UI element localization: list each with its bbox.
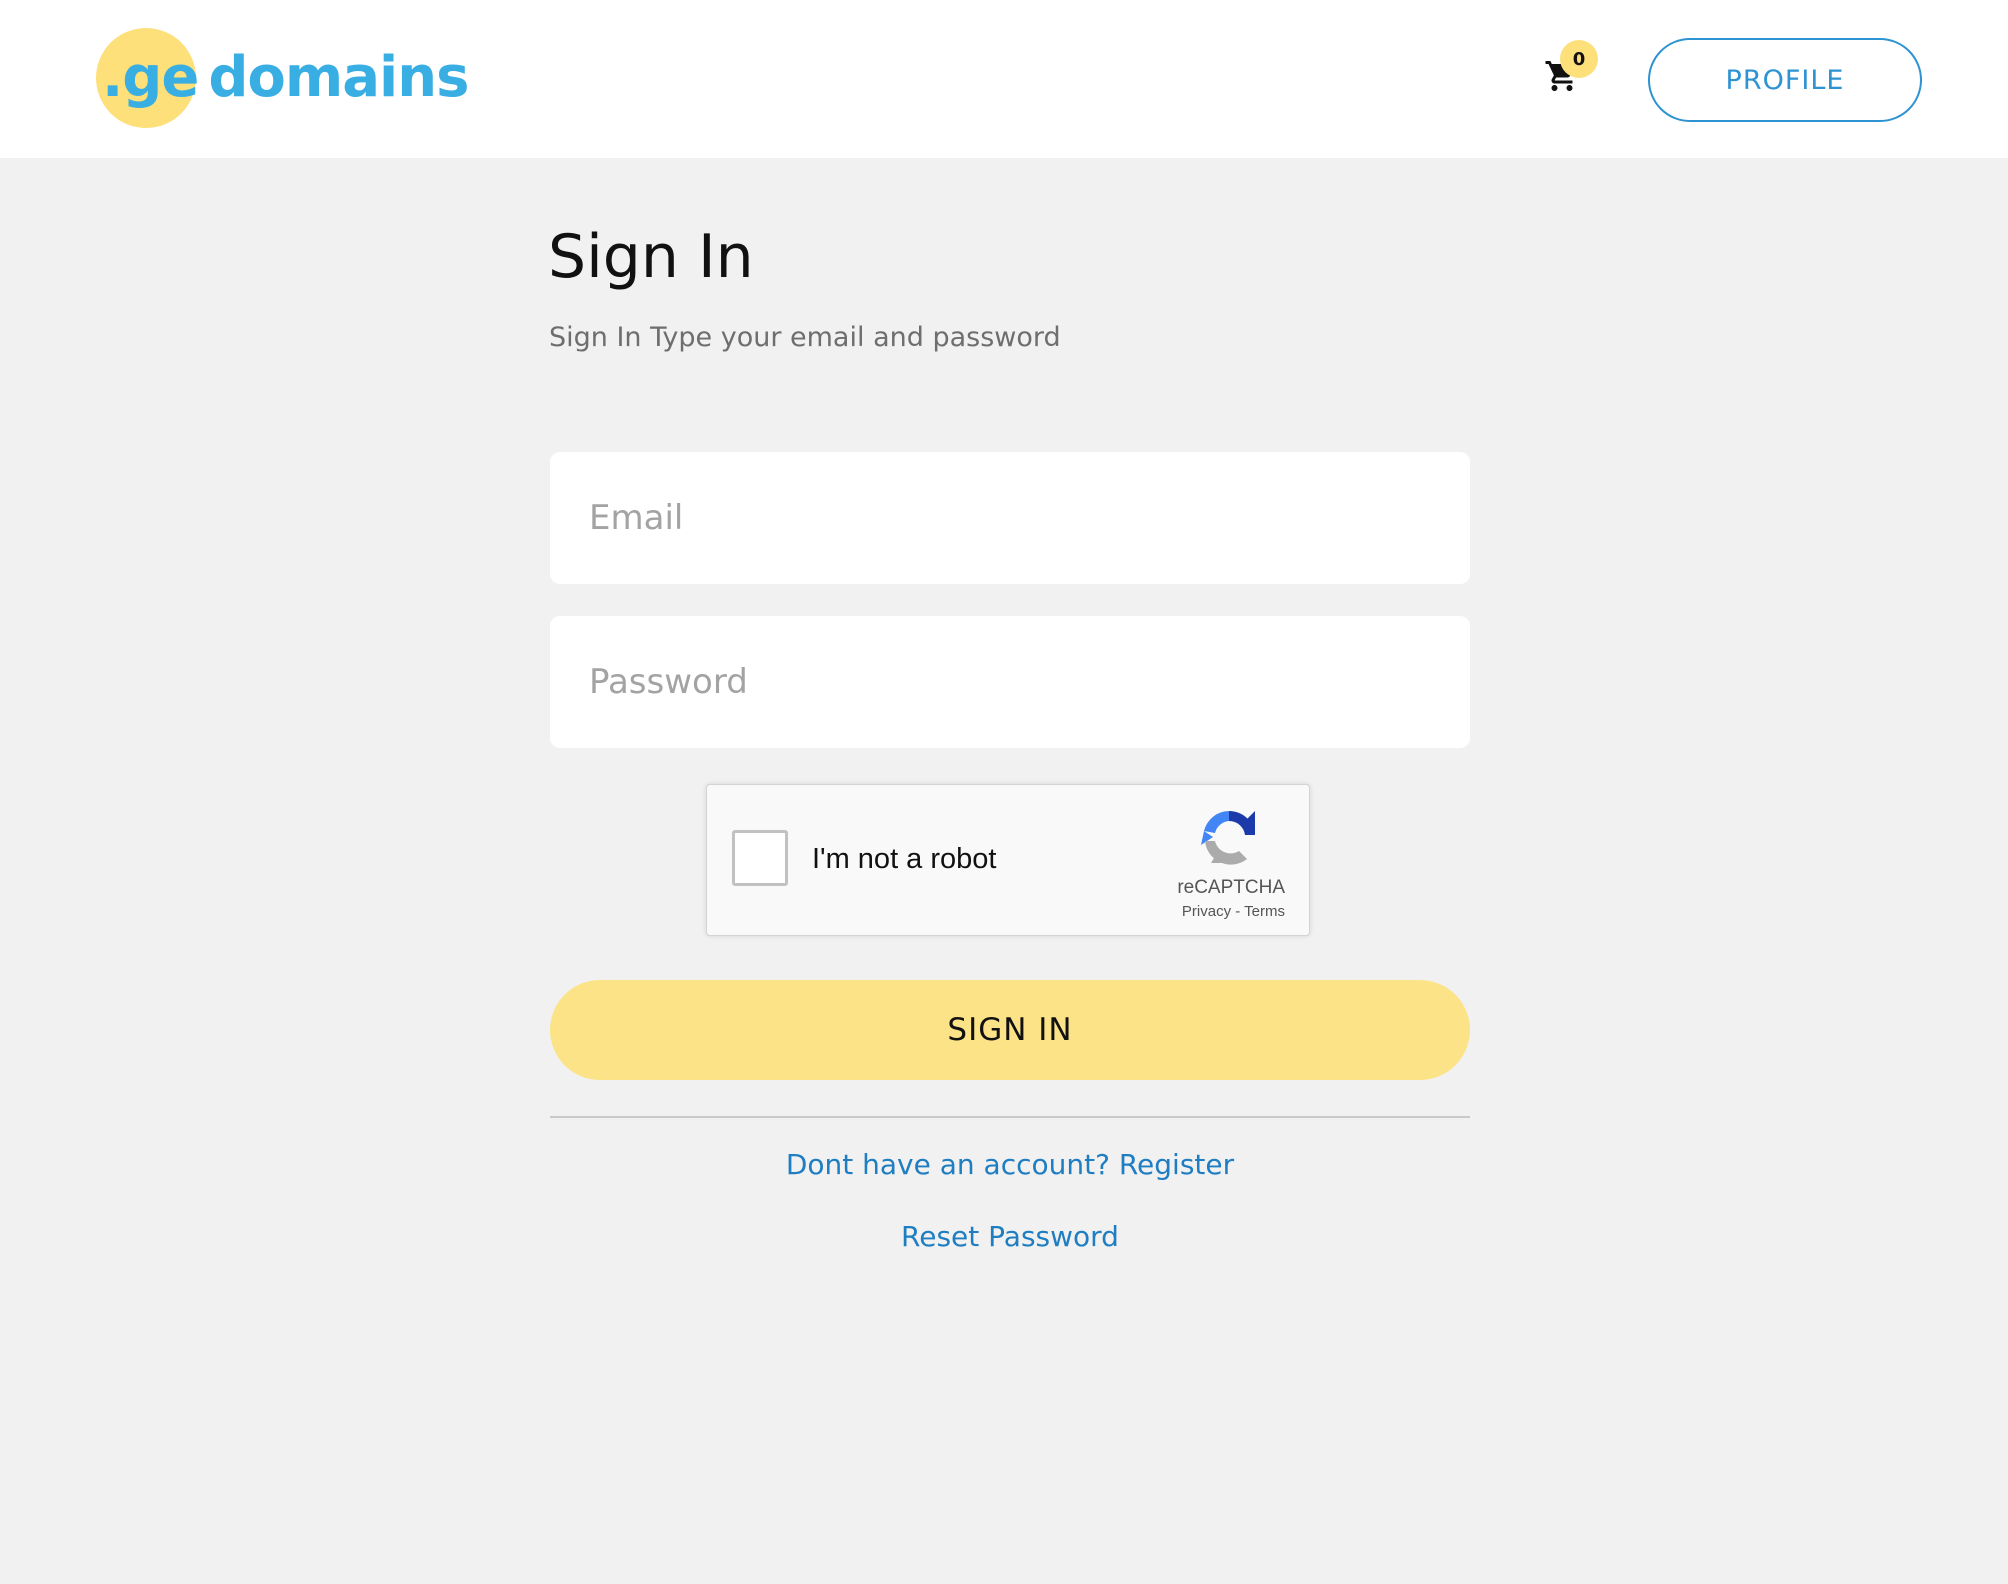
- recaptcha-checkbox[interactable]: [732, 830, 788, 886]
- logo-wordmark: .ge domains: [96, 28, 469, 128]
- page-subtitle: Sign In Type your email and password: [549, 322, 1061, 353]
- profile-button[interactable]: PROFILE: [1648, 38, 1922, 122]
- top-header: .ge domains 0 PROFILE: [0, 0, 2008, 158]
- page-title: Sign In: [548, 222, 754, 292]
- logo-text: domains: [208, 45, 469, 110]
- register-link[interactable]: Dont have an account? Register: [550, 1148, 1470, 1181]
- email-input[interactable]: [550, 452, 1470, 584]
- recaptcha-label: I'm not a robot: [812, 843, 997, 875]
- recaptcha-logo-icon: [1201, 810, 1255, 865]
- site-logo[interactable]: .ge domains: [96, 28, 469, 128]
- recaptcha-links: Privacy - Terms: [1182, 903, 1285, 920]
- reset-password-link[interactable]: Reset Password: [550, 1220, 1470, 1253]
- recaptcha-link-separator: -: [1231, 903, 1245, 920]
- logo-prefix: .ge: [102, 45, 199, 110]
- form-divider: [550, 1116, 1470, 1118]
- sign-in-button[interactable]: SIGN IN: [550, 980, 1470, 1080]
- cart-count-badge: 0: [1560, 40, 1598, 78]
- recaptcha-brand: reCAPTCHA: [1177, 877, 1285, 898]
- recaptcha-widget: I'm not a robot reCAPTCHA Privacy - Term…: [706, 784, 1310, 936]
- recaptcha-terms-link[interactable]: Terms: [1244, 903, 1285, 920]
- recaptcha-privacy-link[interactable]: Privacy: [1182, 903, 1231, 920]
- password-input[interactable]: [550, 616, 1470, 748]
